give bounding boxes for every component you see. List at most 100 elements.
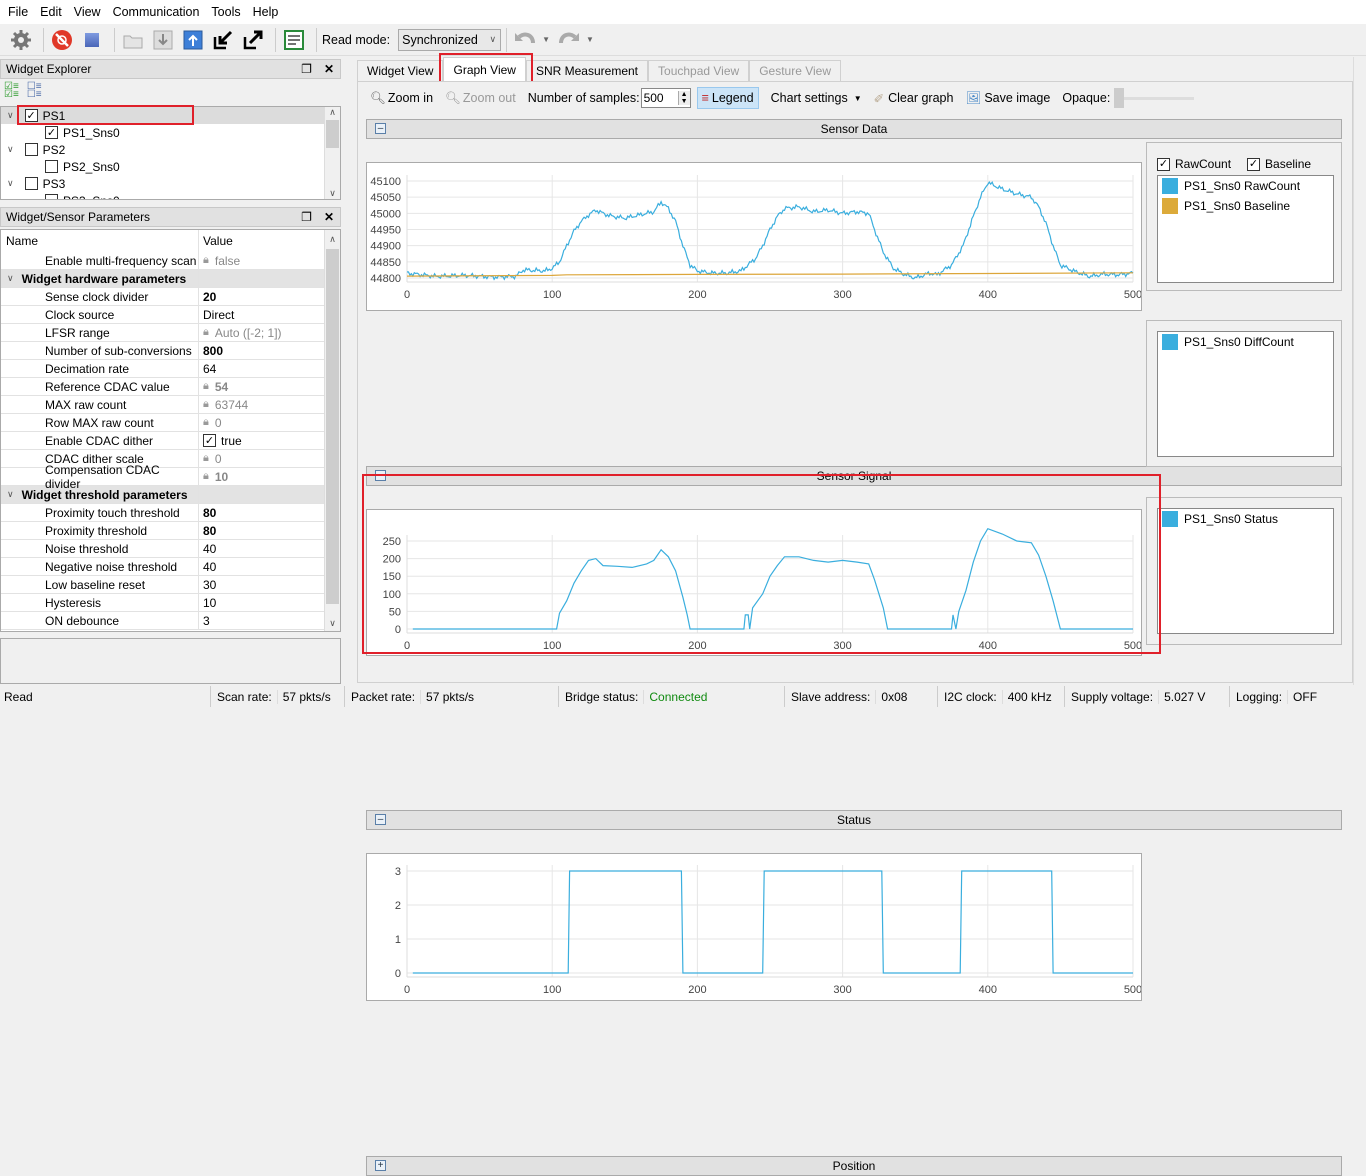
tab-gesture-view[interactable]: Gesture View: [749, 60, 841, 81]
legend-item-status[interactable]: PS1_Sns0 Status: [1158, 509, 1333, 529]
legend-item-rawcount[interactable]: PS1_Sns0 RawCount: [1158, 176, 1333, 196]
image-icon: 🖼︎: [965, 90, 982, 105]
menu-view[interactable]: View: [68, 5, 107, 19]
param-row[interactable]: MAX raw count 🔒︎ 63744: [1, 396, 340, 414]
chevron-down-icon[interactable]: ∨: [7, 489, 14, 500]
zoom-out-button[interactable]: 🔍︎ Zoom out: [445, 91, 516, 106]
tab-snr-measurement[interactable]: SNR Measurement: [525, 60, 649, 81]
param-row[interactable]: Hysteresis 10: [1, 594, 340, 612]
collapse-icon[interactable]: –: [375, 123, 386, 134]
opaque-slider[interactable]: [1114, 88, 1195, 108]
legend-toggle-button[interactable]: ≡ Legend: [696, 87, 759, 109]
tree-checkbox[interactable]: [45, 160, 58, 173]
params-scrollbar[interactable]: ∧ ∨: [324, 230, 340, 631]
scroll-thumb[interactable]: [326, 120, 339, 148]
save-image-button[interactable]: 🖼︎ Save image: [965, 91, 1050, 106]
tab-widget-view[interactable]: Widget View: [357, 60, 444, 81]
param-row[interactable]: ON debounce 3: [1, 612, 340, 630]
close-icon[interactable]: ✕: [324, 210, 334, 224]
menu-tools[interactable]: Tools: [205, 5, 246, 19]
zoom-in-button[interactable]: 🔍︎ Zoom in: [370, 91, 433, 106]
tree-checkbox[interactable]: [45, 194, 58, 199]
tree-checkbox[interactable]: [24, 177, 38, 190]
spin-arrows-icon[interactable]: ▲ ▼: [677, 91, 690, 105]
params-header: Widget/Sensor Parameters ❐ ✕: [0, 207, 341, 227]
scroll-up-icon[interactable]: ∧: [325, 107, 340, 118]
param-name: Enable CDAC dither: [1, 432, 199, 449]
chevron-down-icon[interactable]: ∨: [7, 273, 14, 284]
tree-item[interactable]: PS2_Sns0: [1, 158, 340, 175]
param-row[interactable]: Number of sub-conversions 800: [1, 342, 340, 360]
tree-item[interactable]: ✓ PS1_Sns0: [1, 124, 340, 141]
param-group[interactable]: ∨ Widget threshold parameters: [1, 486, 340, 504]
import-icon[interactable]: [150, 27, 176, 53]
undo-dropdown-icon[interactable]: ▼: [542, 35, 550, 44]
chevron-down-icon[interactable]: ∨: [7, 178, 14, 189]
check-all-icon[interactable]: ☑≡ ☑≡: [4, 82, 19, 100]
x-tick-label: 0: [404, 289, 410, 301]
open-folder-icon[interactable]: [120, 27, 146, 53]
popout-in-icon[interactable]: [210, 27, 236, 53]
tab-touchpad-view[interactable]: Touchpad View: [648, 60, 750, 81]
disconnect-icon[interactable]: [49, 27, 75, 53]
clear-graph-button[interactable]: ✐ Clear graph: [874, 91, 954, 106]
stop-icon[interactable]: [79, 27, 105, 53]
param-row[interactable]: LFSR range 🔒︎ Auto ([-2; 1]): [1, 324, 340, 342]
tree-checkbox[interactable]: ✓: [45, 126, 58, 139]
rawcount-checkbox[interactable]: ✓: [1157, 157, 1170, 171]
close-icon[interactable]: ✕: [324, 62, 334, 76]
param-row[interactable]: Decimation rate 64: [1, 360, 340, 378]
menu-help[interactable]: Help: [247, 5, 285, 19]
param-name: Number of sub-conversions: [1, 342, 199, 359]
read-mode-value: Synchronized: [402, 32, 478, 47]
chart-settings-button[interactable]: Chart settings ▼: [771, 91, 862, 105]
baseline-checkbox[interactable]: ✓: [1247, 157, 1261, 171]
collapse-icon[interactable]: –: [375, 814, 386, 825]
legend-item-diffcount[interactable]: PS1_Sns0 DiffCount: [1158, 332, 1333, 352]
gear-icon[interactable]: [8, 27, 34, 53]
export-icon[interactable]: [180, 27, 206, 53]
log-icon[interactable]: [281, 27, 307, 53]
menu-edit[interactable]: Edit: [34, 5, 68, 19]
scroll-down-icon[interactable]: ∨: [325, 618, 340, 629]
chevron-down-icon[interactable]: ∨: [7, 110, 14, 121]
uncheck-all-icon[interactable]: ☐≡ ☐≡: [27, 82, 42, 100]
float-icon[interactable]: ❐: [301, 210, 312, 224]
param-name: Enable multi-frequency scan: [1, 252, 199, 269]
chevron-down-icon[interactable]: ∨: [7, 144, 14, 155]
menu-communication[interactable]: Communication: [107, 5, 206, 19]
scroll-up-icon[interactable]: ∧: [325, 230, 340, 245]
param-row[interactable]: Proximity threshold 80: [1, 522, 340, 540]
scroll-down-icon[interactable]: ∨: [325, 188, 340, 199]
expand-icon[interactable]: +: [375, 1160, 386, 1171]
param-row[interactable]: Clock source Direct: [1, 306, 340, 324]
read-mode-select[interactable]: Synchronized ∨: [398, 28, 502, 51]
tree-item[interactable]: PS3_Sns0: [1, 192, 340, 199]
param-group[interactable]: ∨ Widget hardware parameters: [1, 270, 340, 288]
param-row[interactable]: Noise threshold 40: [1, 540, 340, 558]
value-checkbox[interactable]: ✓: [203, 434, 216, 447]
scroll-thumb[interactable]: [326, 249, 339, 604]
param-row[interactable]: Proximity touch threshold 80: [1, 504, 340, 522]
redo-dropdown-icon[interactable]: ▼: [586, 35, 594, 44]
param-row[interactable]: Row MAX raw count 🔒︎ 0: [1, 414, 340, 432]
popout-out-icon[interactable]: [240, 27, 266, 53]
param-row[interactable]: Sense clock divider 20: [1, 288, 340, 306]
redo-icon[interactable]: [556, 27, 582, 53]
packet-rate: Packet rate: 57 pkts/s: [344, 686, 558, 707]
param-row[interactable]: Enable multi-frequency scan 🔒︎ false: [1, 252, 340, 270]
float-icon[interactable]: ❐: [301, 62, 312, 76]
tree-scrollbar[interactable]: ∧ ∨: [324, 107, 340, 199]
menu-file[interactable]: File: [2, 5, 34, 19]
tree-item[interactable]: ∨ PS2: [1, 141, 340, 158]
legend-item-baseline[interactable]: PS1_Sns0 Baseline: [1158, 196, 1333, 216]
samples-spinbox[interactable]: 500 ▲ ▼: [640, 88, 691, 108]
param-row[interactable]: Negative noise threshold 40: [1, 558, 340, 576]
param-row[interactable]: Enable CDAC dither ✓ true: [1, 432, 340, 450]
undo-icon[interactable]: [512, 27, 538, 53]
param-row[interactable]: Low baseline reset 30: [1, 576, 340, 594]
tree-item[interactable]: ∨ PS3: [1, 175, 340, 192]
tree-checkbox[interactable]: [24, 143, 38, 156]
param-row[interactable]: Compensation CDAC divider 🔒︎ 10: [1, 463, 340, 491]
param-row[interactable]: Reference CDAC value 🔒︎ 54: [1, 378, 340, 396]
